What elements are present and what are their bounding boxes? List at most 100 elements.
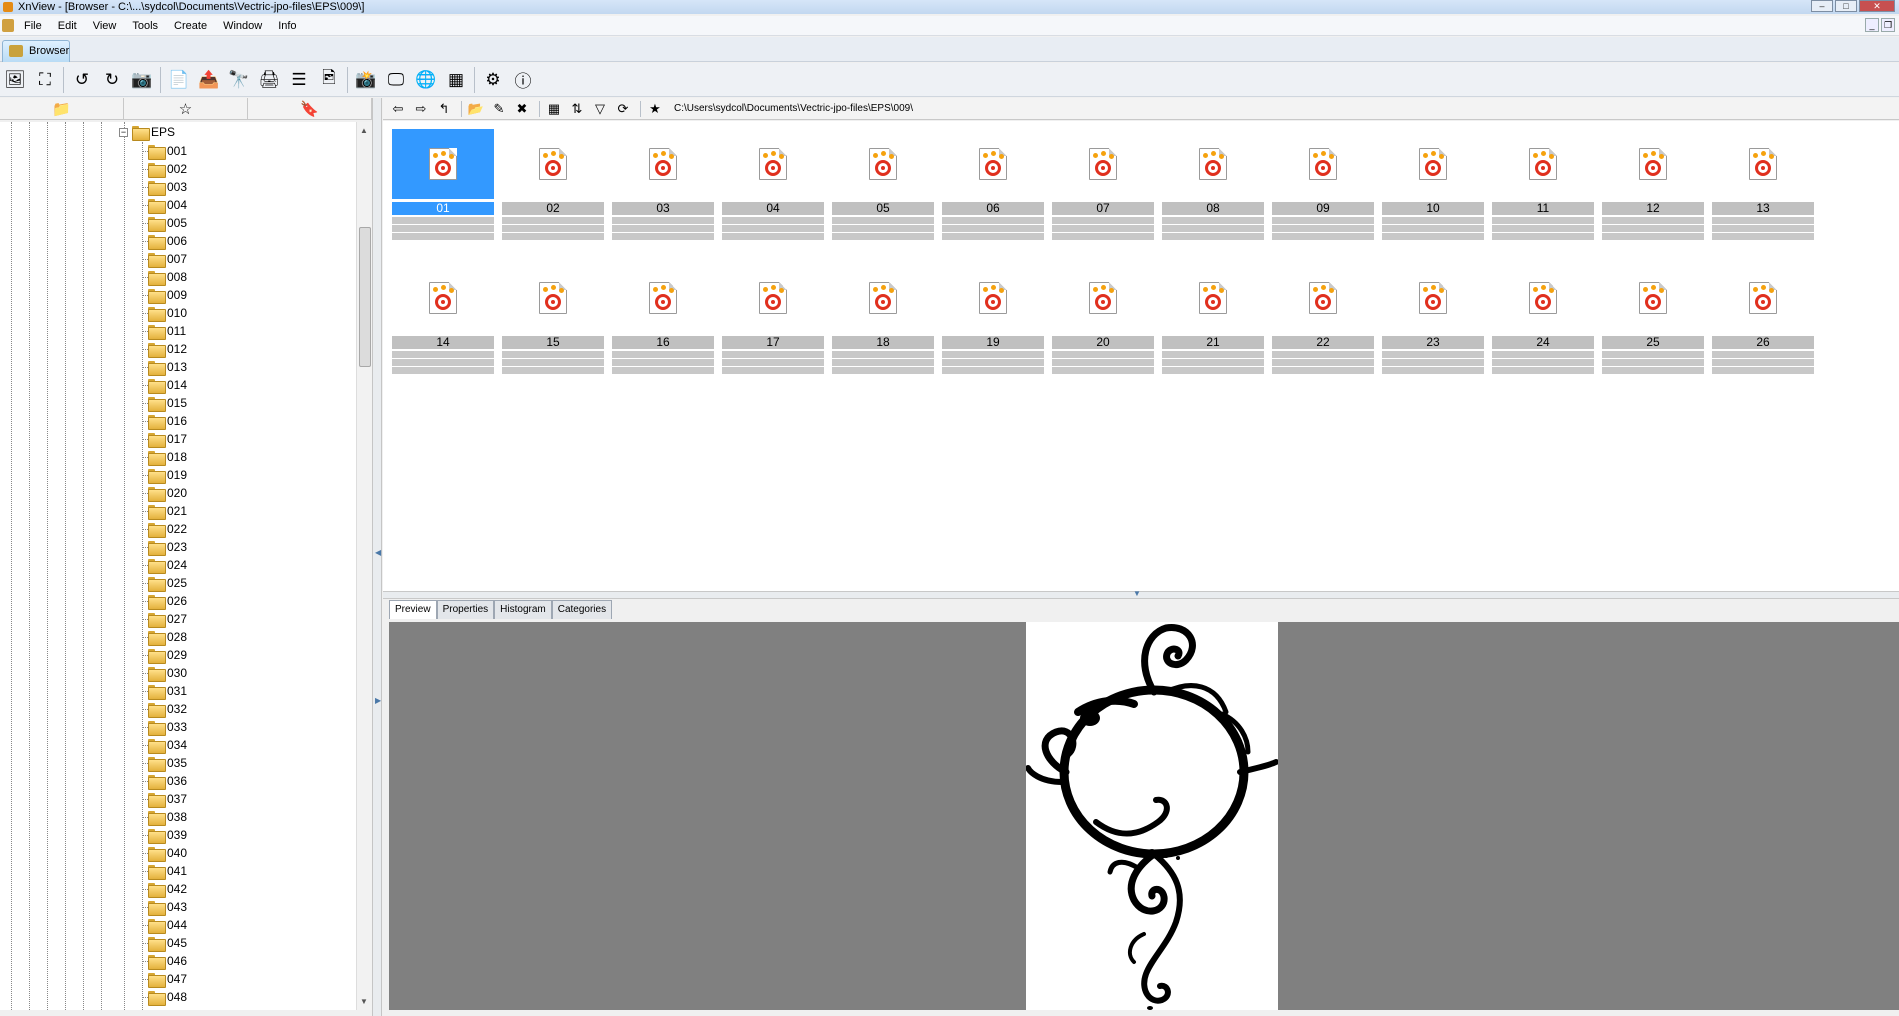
thumbnail-item[interactable]: 21	[1162, 263, 1264, 377]
thumbnail-item[interactable]: 25	[1602, 263, 1704, 377]
tree-item-folder[interactable]: 027	[143, 610, 187, 628]
tree-node-eps[interactable]: − EPS	[119, 124, 175, 141]
scroll-up-icon[interactable]: ▲	[360, 126, 368, 135]
thumbnail-item[interactable]: 19	[942, 263, 1044, 377]
collapse-icon[interactable]: −	[119, 127, 128, 137]
thumbnail-item[interactable]: 10	[1382, 129, 1484, 243]
tree-item-folder[interactable]: 033	[143, 718, 187, 736]
tree-item-folder[interactable]: 035	[143, 754, 187, 772]
panel-splitter[interactable]: ◀ ▶	[372, 98, 382, 1016]
mdi-minimize-button[interactable]: _	[1865, 18, 1879, 32]
wallpaper-button[interactable]: 🖵	[383, 67, 409, 93]
tree-item-folder[interactable]: 015	[143, 394, 187, 412]
tree-item-folder[interactable]: 009	[143, 286, 187, 304]
thumbnail-item[interactable]: 23	[1382, 263, 1484, 377]
tree-item-folder[interactable]: 007	[143, 250, 187, 268]
thumbnail-item[interactable]: 09	[1272, 129, 1374, 243]
tree-item-folder[interactable]: 019	[143, 466, 187, 484]
tree-item-folder[interactable]: 022	[143, 520, 187, 538]
refresh-button[interactable]: ⟳	[613, 100, 633, 118]
tree-item-folder[interactable]: 039	[143, 826, 187, 844]
rename-button[interactable]: ✎	[489, 100, 509, 118]
menu-create[interactable]: Create	[166, 16, 215, 36]
thumbnail-item[interactable]: 24	[1492, 263, 1594, 377]
tree-item-folder[interactable]: 030	[143, 664, 187, 682]
maximize-button[interactable]: □	[1835, 0, 1857, 12]
thumbnail-item[interactable]: 15	[502, 263, 604, 377]
thumbnail-item[interactable]: 03	[612, 129, 714, 243]
acquire-button[interactable]: 📷	[129, 67, 155, 93]
menu-view[interactable]: View	[85, 16, 125, 36]
thumbnail-item[interactable]: 08	[1162, 129, 1264, 243]
tab-properties[interactable]: Properties	[436, 600, 495, 619]
tree-item-folder[interactable]: 008	[143, 268, 187, 286]
tree-item-folder[interactable]: 041	[143, 862, 187, 880]
export-button[interactable]: 📤	[196, 67, 222, 93]
splitter-grip-icon[interactable]: ▼	[1133, 589, 1141, 598]
tree-item-folder[interactable]: 031	[143, 682, 187, 700]
thumbnail-item[interactable]: 01	[392, 129, 494, 243]
convert-button[interactable]: 📄	[166, 67, 192, 93]
favorite-star-button[interactable]: ★	[645, 100, 665, 118]
thumbnail-item[interactable]: 12	[1602, 129, 1704, 243]
scroll-down-icon[interactable]: ▼	[360, 997, 368, 1006]
open-button[interactable]: 🖼	[2, 67, 28, 93]
thumbnail-item[interactable]: 13	[1712, 129, 1814, 243]
minimize-button[interactable]: –	[1811, 0, 1833, 12]
tree-item-folder[interactable]: 042	[143, 880, 187, 898]
thumbnail-item[interactable]: 18	[832, 263, 934, 377]
menu-tools[interactable]: Tools	[124, 16, 166, 36]
tree-item-folder[interactable]: 024	[143, 556, 187, 574]
folder-tree-scrollbar[interactable]: ▲ ▼	[356, 122, 372, 1010]
tree-item-folder[interactable]: 001	[143, 142, 187, 160]
tree-item-folder[interactable]: 012	[143, 340, 187, 358]
fullscreen-button[interactable]: ⛶	[32, 67, 58, 93]
tab-browser[interactable]: Browser	[2, 40, 70, 62]
capture-button[interactable]: 📸	[353, 67, 379, 93]
tree-item-folder[interactable]: 044	[143, 916, 187, 934]
tree-item-folder[interactable]: 046	[143, 952, 187, 970]
tree-item-folder[interactable]: 038	[143, 808, 187, 826]
tree-item-folder[interactable]: 048	[143, 988, 187, 1006]
grid-button[interactable]: ▦	[443, 67, 469, 93]
tree-item-folder[interactable]: 017	[143, 430, 187, 448]
tree-item-folder[interactable]: 032	[143, 700, 187, 718]
document-menu-icon[interactable]	[2, 19, 14, 32]
tree-item-folder[interactable]: 004	[143, 196, 187, 214]
tree-item-folder[interactable]: 047	[143, 970, 187, 988]
tree-item-folder[interactable]: 037	[143, 790, 187, 808]
thumbnail-item[interactable]: 17	[722, 263, 824, 377]
tree-item-folder[interactable]: 003	[143, 178, 187, 196]
thumbnail-item[interactable]: 11	[1492, 129, 1594, 243]
forward-button[interactable]: ⇨	[411, 100, 431, 118]
view-mode-button[interactable]: ▦	[544, 100, 564, 118]
tab-preview[interactable]: Preview	[389, 600, 437, 619]
tree-item-folder[interactable]: 014	[143, 376, 187, 394]
tree-item-folder[interactable]: 021	[143, 502, 187, 520]
tab-categories[interactable]: Categories	[551, 600, 613, 619]
collapse-left-icon[interactable]: ◀	[375, 548, 381, 557]
menu-info[interactable]: Info	[270, 16, 304, 36]
tree-item-folder[interactable]: 011	[143, 322, 187, 340]
tree-item-folder[interactable]: 045	[143, 934, 187, 952]
thumbnail-item[interactable]: 26	[1712, 263, 1814, 377]
mdi-restore-button[interactable]: ❐	[1881, 18, 1895, 32]
rotate-right-button[interactable]: ↻	[99, 67, 125, 93]
thumbnail-item[interactable]: 04	[722, 129, 824, 243]
tree-item-folder[interactable]: 036	[143, 772, 187, 790]
tree-item-folder[interactable]: 016	[143, 412, 187, 430]
tree-item-folder[interactable]: 002	[143, 160, 187, 178]
rotate-left-button[interactable]: ↺	[69, 67, 95, 93]
back-button[interactable]: ⇦	[388, 100, 408, 118]
delete-button[interactable]: ✖	[512, 100, 532, 118]
thumbnail-item[interactable]: 07	[1052, 129, 1154, 243]
thumbnail-item[interactable]: 02	[502, 129, 604, 243]
up-folder-button[interactable]: ↰	[434, 100, 454, 118]
thumbnail-item[interactable]: 20	[1052, 263, 1154, 377]
thumbnail-item[interactable]: 14	[392, 263, 494, 377]
favorites-tab[interactable]: ☆	[124, 98, 248, 119]
menu-window[interactable]: Window	[215, 16, 270, 36]
tree-item-folder[interactable]: 026	[143, 592, 187, 610]
thumbnail-item[interactable]: 05	[832, 129, 934, 243]
tree-item-folder[interactable]: 013	[143, 358, 187, 376]
